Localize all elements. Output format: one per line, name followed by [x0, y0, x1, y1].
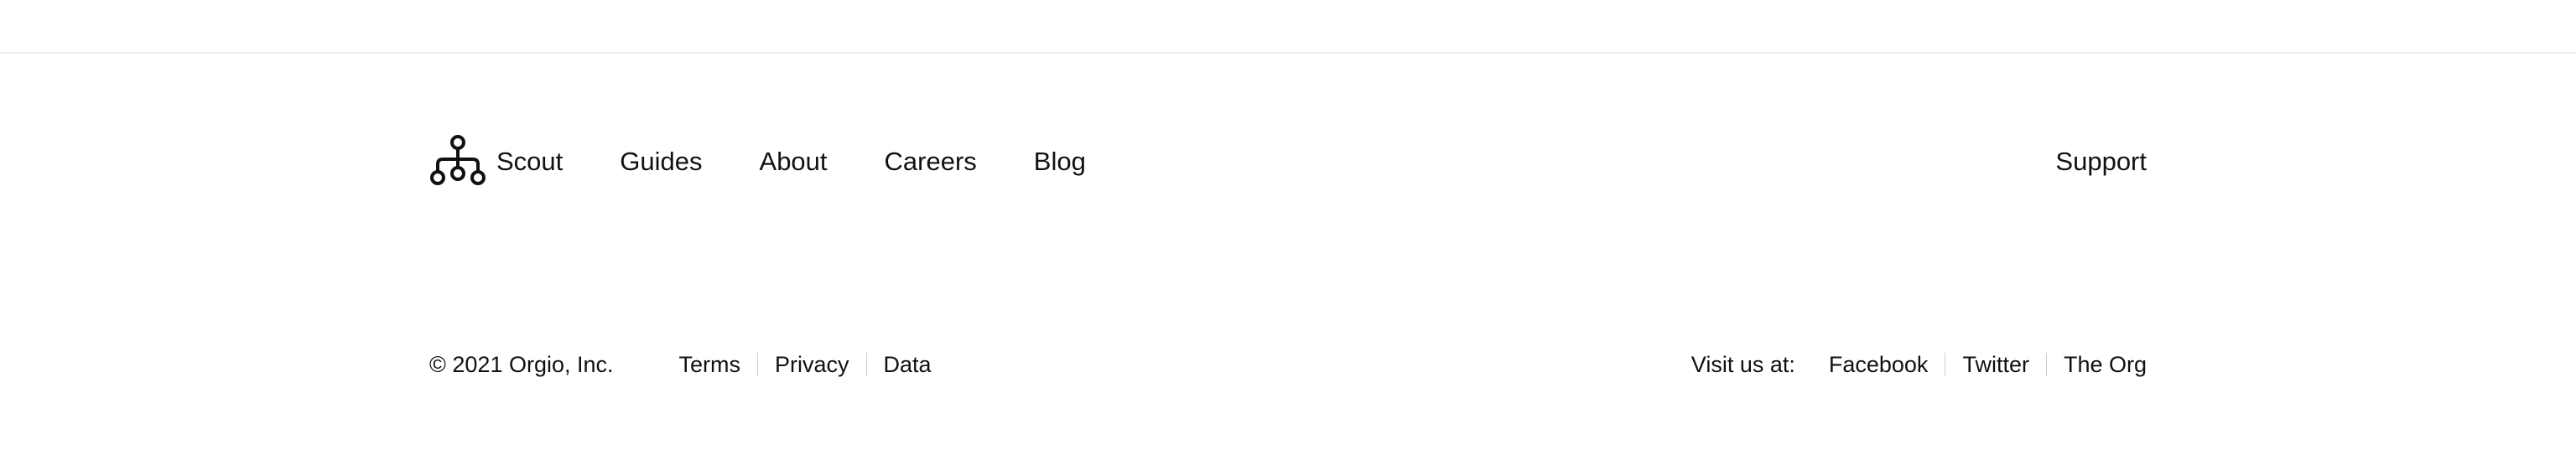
- twitter-link[interactable]: Twitter: [1962, 352, 2029, 378]
- org-chart-icon[interactable]: [429, 134, 486, 189]
- legal-links: Terms Privacy Data: [679, 352, 932, 378]
- data-link[interactable]: Data: [884, 352, 932, 378]
- footer-bottom: © 2021 Orgio, Inc. Terms Privacy Data Vi…: [429, 344, 2147, 385]
- facebook-link[interactable]: Facebook: [1829, 352, 1929, 378]
- visit-us-label: Visit us at:: [1690, 351, 1795, 377]
- footer-nav: Scout Guides About Careers Blog Support: [429, 132, 2147, 191]
- support-link[interactable]: Support: [2055, 147, 2147, 177]
- header-divider: [0, 52, 2576, 54]
- nav-link-scout[interactable]: Scout: [496, 147, 563, 177]
- link-separator: [2045, 353, 2047, 376]
- social-links: Facebook Twitter The Org: [1829, 352, 2147, 378]
- link-separator: [757, 353, 759, 376]
- nav-link-guides[interactable]: Guides: [620, 147, 702, 177]
- copyright-text: © 2021 Orgio, Inc.: [429, 351, 614, 377]
- main-nav-links: Scout Guides About Careers Blog: [496, 147, 1086, 177]
- nav-link-careers[interactable]: Careers: [885, 147, 977, 177]
- nav-link-about[interactable]: About: [760, 147, 828, 177]
- the-org-link[interactable]: The Org: [2064, 352, 2147, 378]
- privacy-link[interactable]: Privacy: [775, 352, 849, 378]
- link-separator: [865, 353, 867, 376]
- nav-link-blog[interactable]: Blog: [1034, 147, 1086, 177]
- terms-link[interactable]: Terms: [679, 352, 741, 378]
